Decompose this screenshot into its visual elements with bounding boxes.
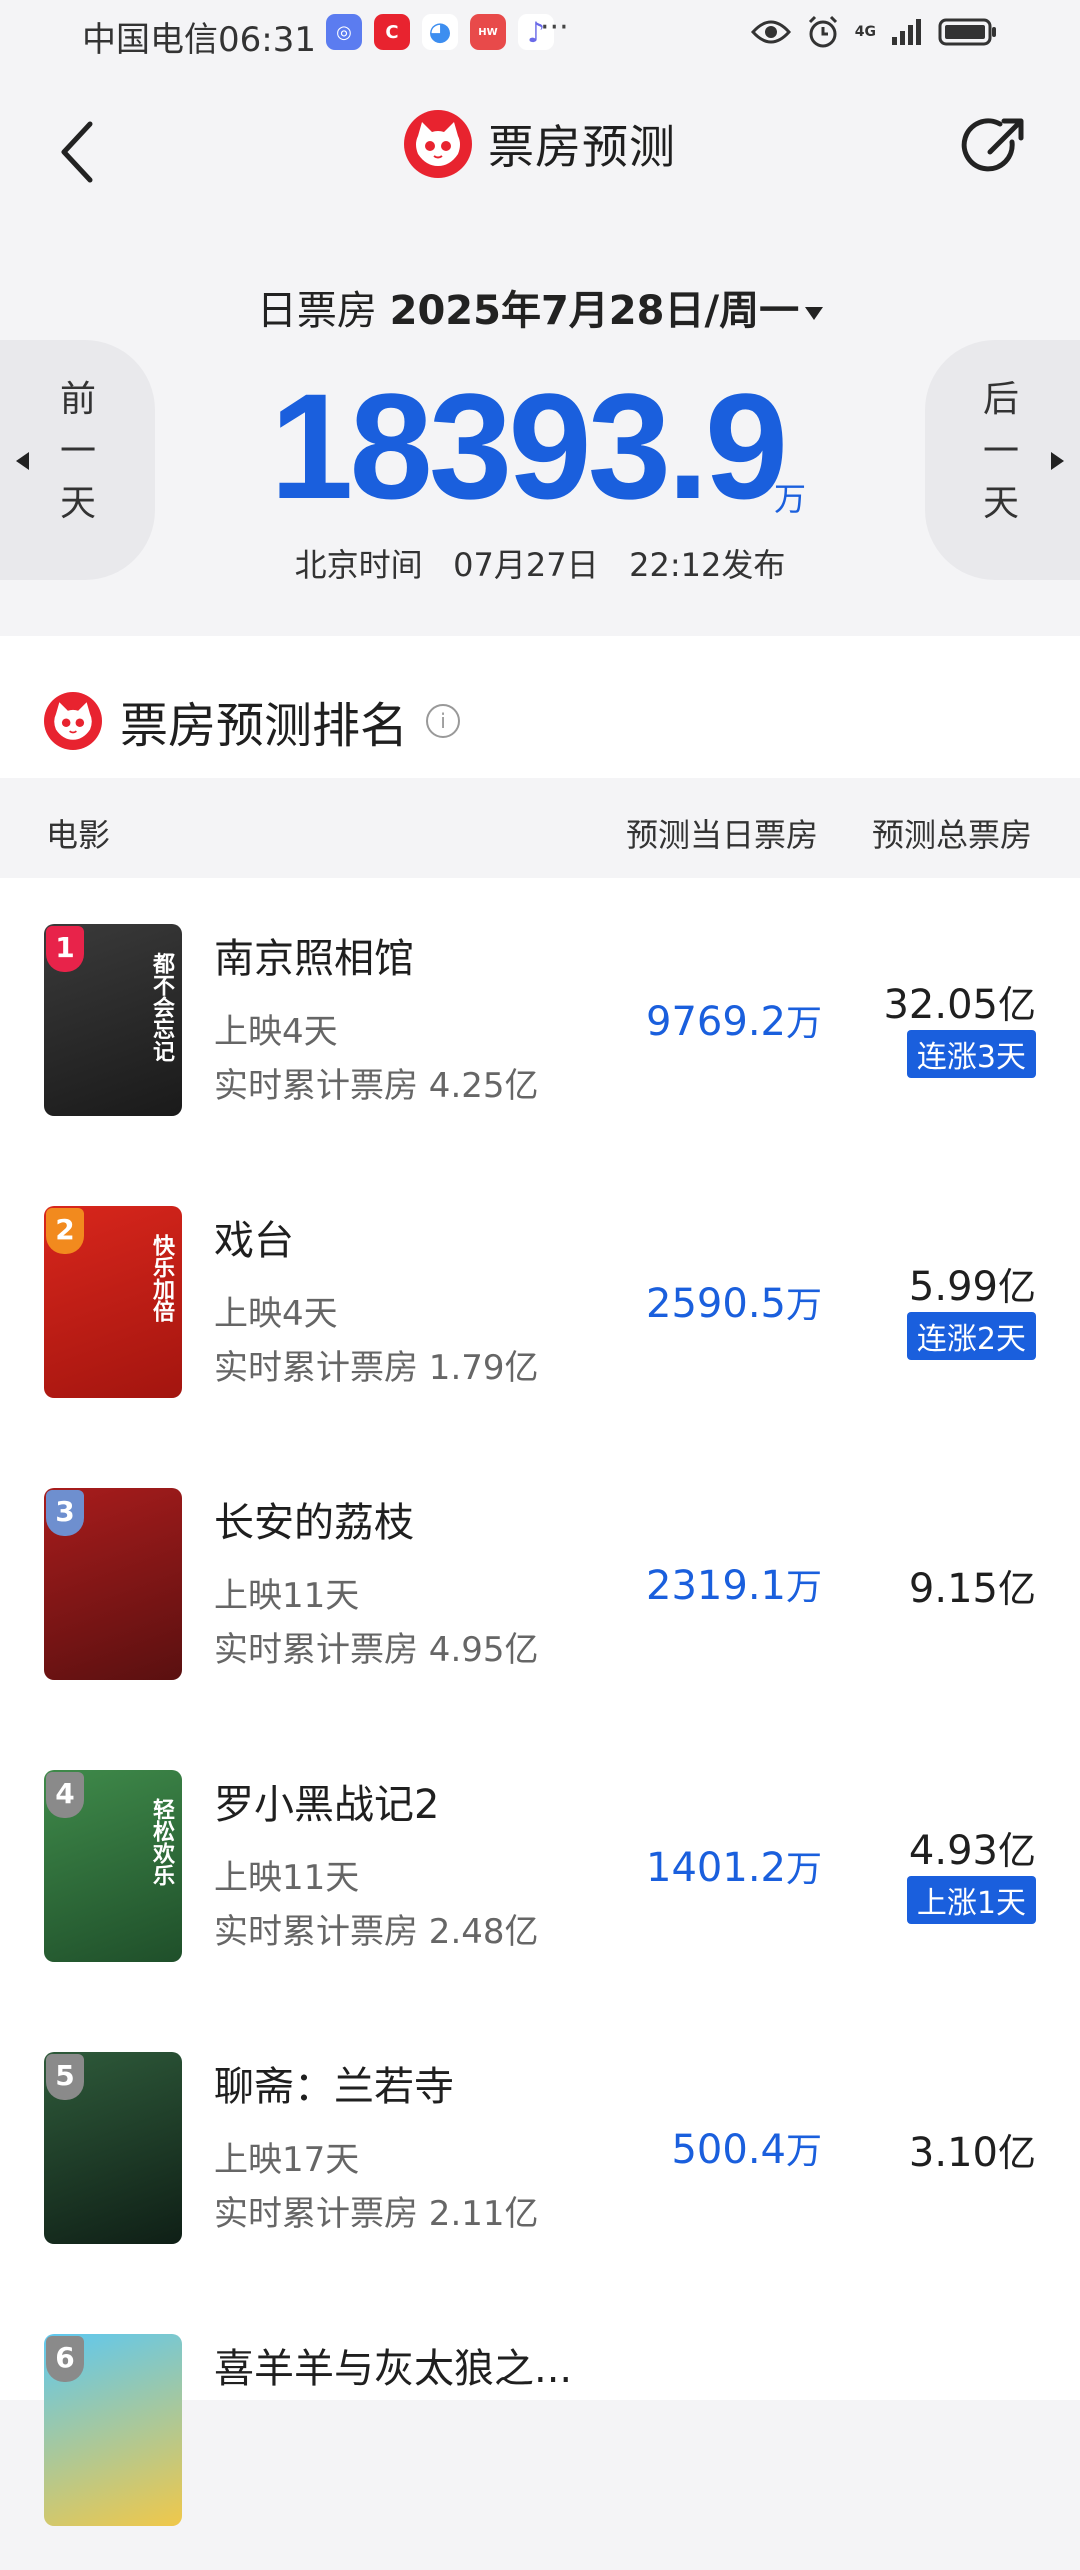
prev-day-label: 前 一 天	[59, 379, 96, 524]
more-notifications-icon: ···	[540, 10, 569, 45]
maoyan-cat-logo-icon	[44, 692, 102, 750]
date-text: 2025年7月28日/周一	[389, 288, 800, 334]
daily-box-office-amount: 18393.9	[270, 362, 788, 530]
daily-forecast: 2590.5万	[646, 1281, 822, 1327]
rank-badge: 3	[46, 1490, 84, 1536]
trend-badge: 连涨3天	[906, 1030, 1036, 1078]
ranking-card: 票房预测排名 i 电影 预测当日票房 预测总票房 1 都不会忘记 南京照相馆 上…	[0, 636, 1080, 2526]
days-released: 上映17天	[214, 2140, 360, 2180]
next-day-label: 后 一 天	[982, 379, 1019, 524]
days-released: 上映4天	[214, 1294, 338, 1334]
total-forecast: 32.05亿	[883, 982, 1036, 1028]
movie-poster[interactable]: 3	[44, 1488, 182, 1680]
cumulative-box-office: 实时累计票房 1.79亿	[214, 1348, 539, 1388]
days-released: 上映11天	[214, 1576, 360, 1616]
days-released: 上映11天	[214, 1858, 360, 1898]
amount-unit: 万	[774, 480, 807, 518]
cumulative-box-office: 实时累计票房 4.95亿	[214, 1630, 539, 1670]
movie-poster[interactable]: 5	[44, 2052, 182, 2244]
status-bar: 中国电信06:31 ◎ C ◕ HW ♪ ··· 4G	[0, 0, 1080, 72]
total-forecast: 4.93亿	[908, 1828, 1036, 1874]
section-title: 票房预测排名	[120, 698, 409, 754]
battery-icon	[938, 18, 996, 46]
movie-name[interactable]: 长安的荔枝	[214, 1490, 414, 1548]
notification-icons: ◎ C ◕ HW ♪	[326, 14, 554, 50]
network-type: 4G	[854, 24, 876, 40]
rank-badge: 5	[46, 2054, 84, 2100]
rank-badge: 2	[46, 1208, 84, 1254]
movie-poster[interactable]: 2 快乐加倍	[44, 1206, 182, 1398]
movie-name[interactable]: 罗小黑战记2	[214, 1772, 439, 1830]
movie-poster[interactable]: 6	[44, 2334, 182, 2526]
table-row[interactable]: 3 长安的荔枝 上映11天 实时累计票房 4.95亿 2319.1万 9.15亿	[0, 1442, 1080, 1724]
cumulative-box-office: 实时累计票房 2.48亿	[214, 1912, 539, 1952]
movie-name[interactable]: 戏台	[214, 1208, 294, 1266]
alarm-icon	[808, 15, 837, 48]
daily-forecast: 2319.1万	[646, 1563, 822, 1609]
poster-caption: 都不会忘记	[149, 952, 174, 1062]
carrier-time: 中国电信06:31	[82, 20, 316, 60]
movie-poster[interactable]: 4 轻松欢乐	[44, 1770, 182, 1962]
table-row[interactable]: 6 喜羊羊与灰太狼之...	[0, 2288, 1080, 2570]
cumulative-box-office: 实时累计票房 2.11亿	[214, 2194, 539, 2234]
table-row[interactable]: 2 快乐加倍 戏台 上映4天 实时累计票房 1.79亿 2590.5万 5.99…	[0, 1160, 1080, 1442]
rank-badge: 6	[46, 2336, 84, 2382]
date-selector[interactable]: 日票房 2025年7月28日/周一	[0, 278, 1080, 336]
cumulative-box-office: 实时累计票房 4.25亿	[214, 1066, 539, 1106]
daily-forecast: 1401.2万	[646, 1845, 822, 1891]
arrow-right-icon	[1051, 452, 1064, 470]
movie-name[interactable]: 南京照相馆	[214, 926, 414, 984]
movie-name[interactable]: 聊斋：兰若寺	[214, 2054, 454, 2112]
arrow-left-icon	[16, 452, 29, 470]
huawei-notification-icon: HW	[470, 14, 506, 50]
rank-badge: 4	[46, 1772, 84, 1818]
app-header: 票房预测	[0, 72, 1080, 222]
table-row[interactable]: 5 聊斋：兰若寺 上映17天 实时累计票房 2.11亿 500.4万 3.10亿	[0, 2006, 1080, 2288]
movie-name[interactable]: 喜羊羊与灰太狼之...	[214, 2336, 572, 2394]
app-notification-icon: C	[374, 14, 410, 50]
poster-caption: 轻松欢乐	[149, 1798, 174, 1886]
system-icons: 4G	[750, 14, 998, 50]
table-row[interactable]: 1 都不会忘记 南京照相馆 上映4天 实时累计票房 4.25亿 9769.2万 …	[0, 878, 1080, 1160]
trend-badge: 连涨2天	[906, 1312, 1036, 1360]
total-forecast: 5.99亿	[908, 1264, 1036, 1310]
column-movie: 电影	[46, 816, 111, 854]
title-group: 票房预测	[0, 110, 1080, 178]
poster-caption: 快乐加倍	[149, 1234, 174, 1322]
daily-label: 日票房	[256, 288, 377, 334]
column-daily-forecast: 预测当日票房	[626, 816, 819, 854]
eye-icon	[750, 20, 791, 44]
publish-time: 北京时间 07月27日 22:12发布	[294, 546, 786, 584]
movie-poster[interactable]: 1 都不会忘记	[44, 924, 182, 1116]
maoyan-cat-logo-icon	[404, 110, 472, 178]
app-notification-icon: ◎	[326, 14, 362, 50]
column-total-forecast: 预测总票房	[872, 816, 1033, 854]
app-notification-icon: ◕	[422, 14, 458, 50]
days-released: 上映4天	[214, 1012, 338, 1052]
ranking-header: 票房预测排名 i	[44, 686, 461, 756]
total-forecast: 3.10亿	[908, 2130, 1036, 2176]
total-forecast: 9.15亿	[908, 1566, 1036, 1612]
trend-badge: 上涨1天	[906, 1876, 1036, 1924]
daily-box-office-panel: 日票房 2025年7月28日/周一 前 一 天 18393.9 万 后 一 天 …	[0, 222, 1080, 622]
rank-badge: 1	[46, 926, 84, 972]
table-row[interactable]: 4 轻松欢乐 罗小黑战记2 上映11天 实时累计票房 2.48亿 1401.2万…	[0, 1724, 1080, 2006]
table-header: 电影 预测当日票房 预测总票房	[0, 778, 1080, 878]
daily-forecast: 9769.2万	[646, 999, 822, 1045]
info-icon[interactable]: i	[426, 704, 461, 738]
caret-down-icon	[805, 306, 824, 320]
page-title: 票房预测	[488, 120, 676, 174]
signal-icon	[892, 19, 921, 45]
daily-forecast: 500.4万	[671, 2127, 822, 2173]
share-icon[interactable]	[960, 112, 1030, 182]
